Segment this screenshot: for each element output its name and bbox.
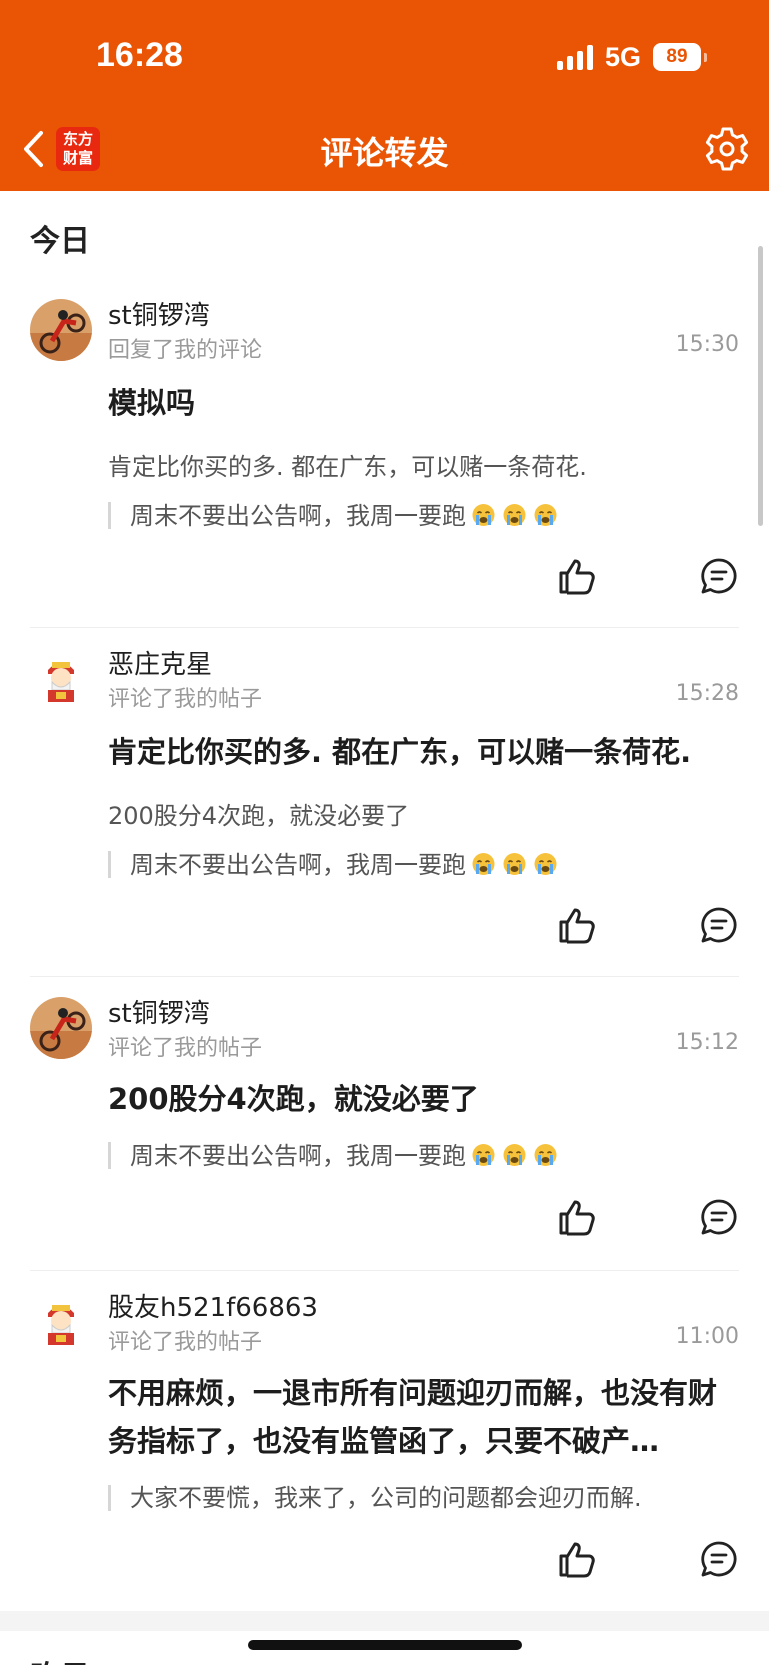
like-icon[interactable]: [557, 1539, 597, 1579]
like-icon[interactable]: [557, 905, 597, 945]
original-post-quote[interactable]: 周末不要出公告啊，我周一要跑: [108, 502, 559, 529]
status-icons: 5G 89: [556, 40, 707, 74]
settings-button[interactable]: [703, 125, 751, 173]
crying-face-icon: [503, 504, 526, 526]
crying-face-icon: [534, 504, 557, 526]
status-time: 16:28: [96, 36, 183, 74]
comment-time: 15:30: [675, 332, 739, 357]
battery-icon: 89: [653, 43, 707, 71]
username[interactable]: st铜锣湾: [108, 993, 210, 1030]
comment-icon[interactable]: [700, 1540, 738, 1578]
crying-face-icon: [534, 1144, 557, 1166]
network-type: 5G: [604, 41, 641, 72]
original-post-quote[interactable]: 周末不要出公告啊，我周一要跑: [108, 851, 559, 878]
page-title: 评论转发: [320, 134, 449, 172]
crying-face-icon: [503, 853, 526, 875]
section-title-yesterday: 昨日: [30, 1652, 90, 1665]
comment-icon[interactable]: [700, 1198, 738, 1236]
crying-face-icon: [534, 853, 557, 875]
action-text: 评论了我的帖子: [108, 1330, 263, 1355]
crying-face-icon: [503, 1144, 526, 1166]
home-indicator[interactable]: [248, 1640, 522, 1650]
header-bar: 16:28 5G 89 东方财富 评论转发: [0, 0, 769, 191]
section-separator: [0, 1611, 769, 1631]
reply-text[interactable]: 肯定比你买的多. 都在广东，可以赌一条荷花.: [108, 728, 691, 776]
username[interactable]: 股友h521f66863: [108, 1287, 318, 1324]
crying-face-icon: [472, 1144, 495, 1166]
like-icon[interactable]: [557, 556, 597, 596]
quote-text: 周末不要出公告啊，我周一要跑: [130, 502, 466, 530]
comment-time: 11:00: [675, 1324, 739, 1349]
crying-face-icon: [472, 504, 495, 526]
action-text: 评论了我的帖子: [108, 687, 263, 712]
signal-icon: [556, 44, 593, 70]
comment-icon[interactable]: [700, 557, 738, 595]
divider: [30, 1270, 739, 1271]
gear-icon: [705, 127, 749, 171]
scrollbar[interactable]: [758, 246, 763, 526]
quote-text: 大家不要慌，我来了，公司的问题都会迎刃而解.: [130, 1484, 642, 1512]
action-text: 评论了我的帖子: [108, 1036, 263, 1061]
comment-time: 15:28: [675, 681, 739, 706]
avatar[interactable]: [30, 997, 92, 1059]
reply-text[interactable]: 模拟吗: [108, 379, 195, 427]
section-title-today: 今日: [30, 224, 90, 259]
divider: [30, 976, 739, 977]
reply-text[interactable]: 不用麻烦，一退市所有问题迎刃而解，也没有财务指标了，也没有监管函了，只要不破产…: [108, 1369, 738, 1465]
crying-face-icon: [472, 853, 495, 875]
username[interactable]: st铜锣湾: [108, 295, 210, 332]
my-comment-text[interactable]: 肯定比你买的多. 都在广东，可以赌一条荷花.: [108, 447, 587, 482]
reply-text[interactable]: 200股分4次跑，就没必要了: [108, 1075, 479, 1123]
avatar[interactable]: [30, 1291, 92, 1353]
comment-time: 15:12: [675, 1030, 739, 1055]
original-post-quote[interactable]: 大家不要慌，我来了，公司的问题都会迎刃而解.: [108, 1485, 642, 1511]
comment-icon[interactable]: [700, 906, 738, 944]
avatar[interactable]: [30, 299, 92, 361]
my-comment-text[interactable]: 200股分4次跑，就没必要了: [108, 796, 409, 831]
avatar[interactable]: [30, 648, 92, 710]
quote-text: 周末不要出公告啊，我周一要跑: [130, 1142, 466, 1170]
action-text: 回复了我的评论: [108, 338, 263, 363]
username[interactable]: 恶庄克星: [108, 644, 212, 681]
nav-bar: 东方财富 评论转发: [0, 118, 769, 180]
like-icon[interactable]: [557, 1197, 597, 1237]
divider: [30, 627, 739, 628]
quote-text: 周末不要出公告啊，我周一要跑: [130, 851, 466, 879]
original-post-quote[interactable]: 周末不要出公告啊，我周一要跑: [108, 1142, 559, 1169]
